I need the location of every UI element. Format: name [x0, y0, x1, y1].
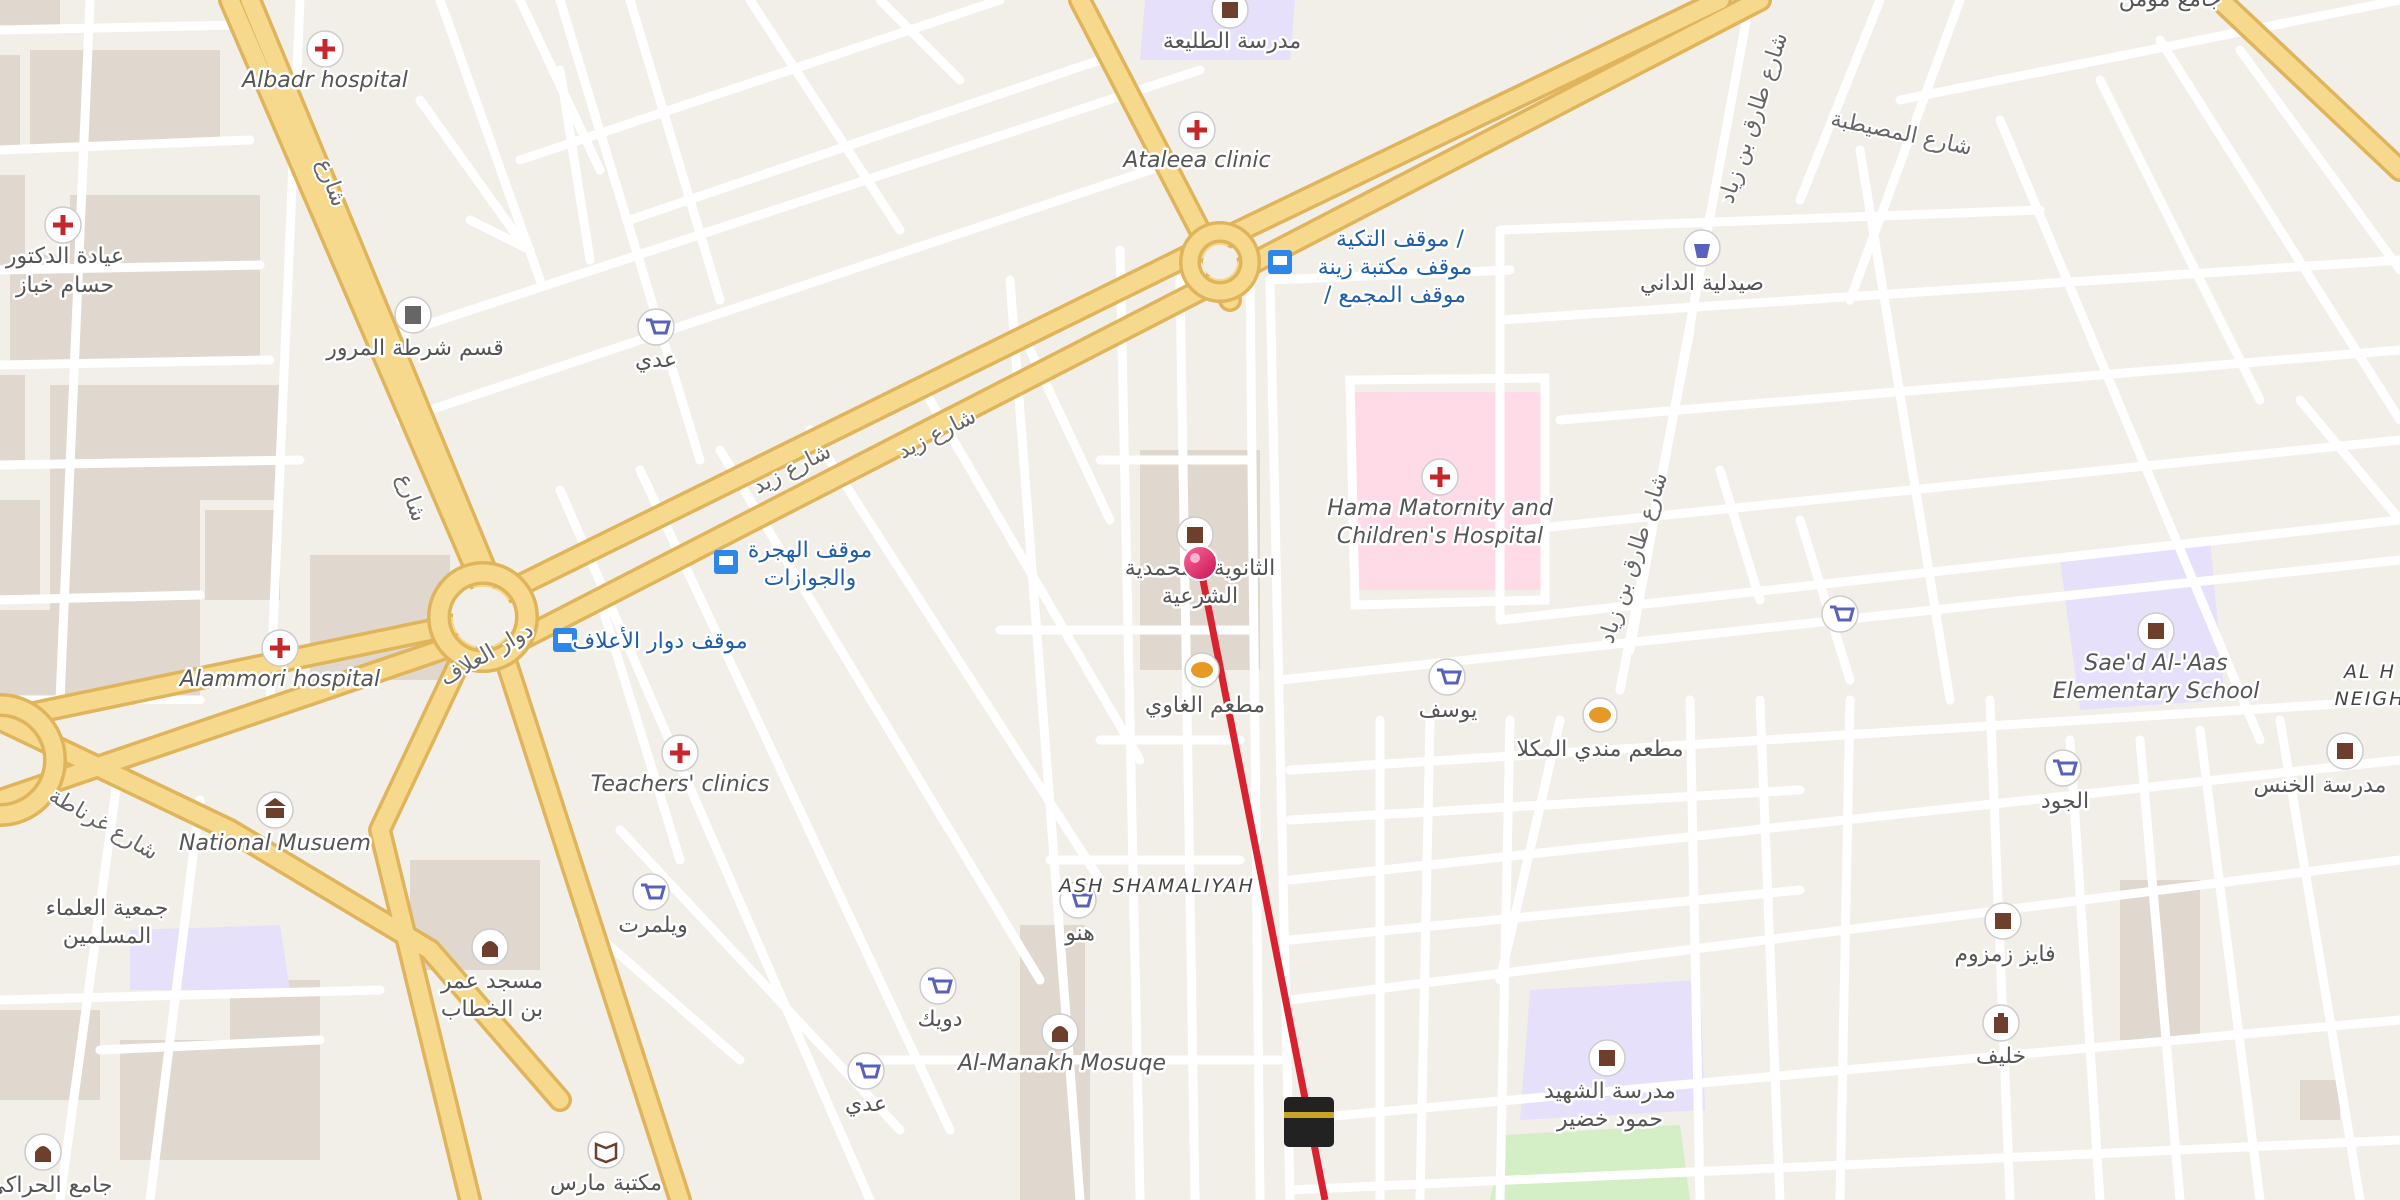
- poi-label: دويك: [917, 1007, 962, 1032]
- poi-label: Hama Matornity and: [1327, 496, 1554, 521]
- location-pin-icon: [1182, 545, 1218, 581]
- poi-label: موقف التكية /: [1336, 227, 1464, 252]
- poi-label: مطعم الغاوي: [1145, 693, 1265, 718]
- poi-label: Alammori hospital: [178, 667, 380, 692]
- org-label-ulama: جمعية العلماء: [46, 896, 169, 921]
- poi-label: مطعم مندي المكلا: [1516, 737, 1683, 762]
- poi-shop-right[interactable]: [1821, 595, 1859, 633]
- poi-label: عدي: [845, 1092, 887, 1117]
- poi-label: بن الخطاب: [441, 997, 543, 1022]
- poi-label: الجود: [2041, 789, 2089, 814]
- poi-label: / موقف المجمع: [1324, 283, 1466, 308]
- origin-pin[interactable]: [1182, 545, 1218, 581]
- poi-label: حسام خباز: [15, 273, 114, 298]
- org-label-ulama: المسلمين: [63, 924, 152, 949]
- poi-label: موقف مكتبة زينة: [1318, 255, 1473, 280]
- kaaba-icon: [1284, 1097, 1334, 1147]
- poi-bus-stop-alaf[interactable]: موقف دوار الأعلاف: [553, 625, 750, 657]
- neighborhood-label-ash-shamaliyah: ASH SHAMALIYAH: [1057, 875, 1255, 897]
- poi-label: ويلمرت: [618, 913, 688, 938]
- poi-label: هنو: [1064, 921, 1095, 946]
- map-canvas[interactable]: شارع زيد شارع زيد دوار العلاف شارع شارع …: [0, 0, 2400, 1200]
- poi-label: صيدلية الداني: [1640, 271, 1764, 296]
- poi-label: Sae'd Al-'Aas: [2084, 651, 2227, 676]
- poi-label: والجوازات: [764, 566, 857, 591]
- neighborhood-label-al-h: AL H: [2342, 661, 2396, 683]
- poi-label: يوسف: [1419, 698, 1478, 723]
- poi-label: حمود خضير: [1556, 1107, 1663, 1132]
- poi-label: مكتبة مارس: [550, 1171, 662, 1196]
- poi-label: عدي: [635, 348, 677, 373]
- poi-label: Teachers' clinics: [591, 772, 770, 797]
- poi-label: Albadr hospital: [240, 68, 408, 93]
- poi-label: مدرسة الشهيد: [1544, 1079, 1676, 1104]
- park-landuse: [1490, 1125, 1690, 1200]
- poi-label: فايز زمزوم: [1954, 942, 2055, 967]
- poi-label: موقف دوار الأعلاف: [572, 627, 747, 654]
- poi-label: National Musuem: [179, 831, 371, 856]
- poi-label: الشرعية: [1162, 584, 1238, 609]
- school-landuse-left: [130, 925, 290, 990]
- poi-label: Children's Hospital: [1337, 524, 1543, 549]
- corner-label-top-right: جامع مؤمن: [2119, 0, 2221, 12]
- neighborhood-label-neigh: NEIGH: [2335, 688, 2400, 710]
- poi-label: مسجد عمر: [440, 969, 543, 994]
- poi-label: Al-Manakh Mosuqe: [956, 1051, 1166, 1076]
- poi-label: قسم شرطة المرور: [325, 336, 504, 361]
- poi-label: موقف الهجرة: [748, 538, 872, 563]
- destination-marker[interactable]: [1284, 1097, 1334, 1147]
- poi-label: عيادة الدكتور: [5, 244, 124, 269]
- poi-label: Elementary School: [2053, 679, 2260, 704]
- poi-label: Ataleea clinic: [1121, 148, 1270, 173]
- poi-label: مدرسة الطليعة: [1163, 29, 1301, 54]
- poi-label: خليف: [1976, 1044, 2026, 1069]
- poi-label: مدرسة الخنس: [2254, 773, 2387, 798]
- poi-label: جامع الحراكي: [0, 1173, 112, 1198]
